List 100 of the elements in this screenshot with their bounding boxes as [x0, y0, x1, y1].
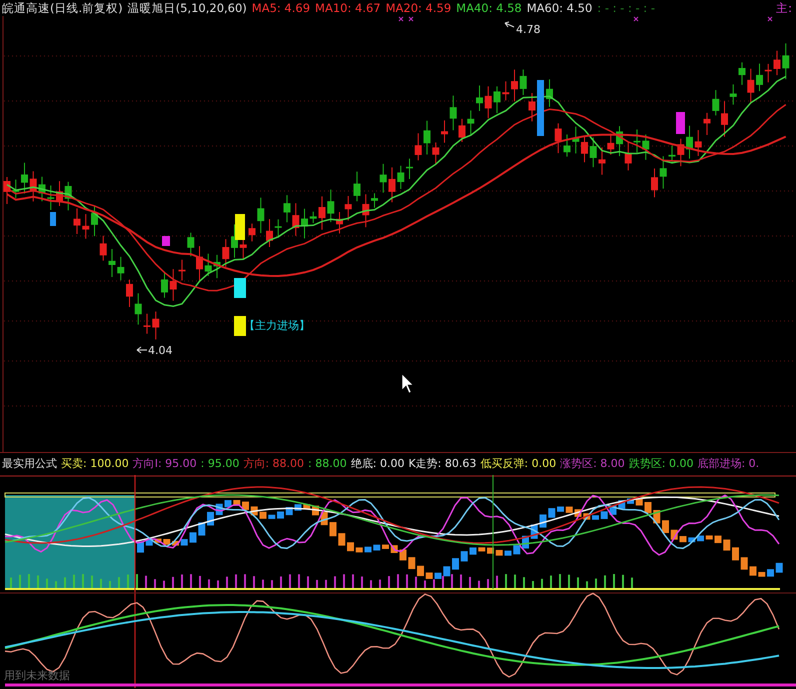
candlestick	[108, 248, 116, 278]
candlestick	[441, 120, 448, 144]
candlestick	[668, 145, 676, 162]
indicator-name: 最实用公式	[2, 457, 57, 471]
candlestick	[144, 313, 150, 334]
candlestick	[152, 311, 160, 340]
indicator-value: : 88.00	[308, 457, 347, 471]
candlestick	[564, 134, 570, 158]
candlestick	[406, 158, 413, 180]
candlestick	[677, 138, 684, 167]
signal-marker	[162, 236, 170, 246]
candlestick	[747, 68, 754, 104]
candlestick	[100, 235, 107, 262]
cross-icon	[768, 16, 772, 22]
candlestick	[214, 254, 220, 279]
candlestick	[30, 170, 37, 202]
price-label: 4.78	[516, 23, 540, 36]
chart-mode-label: 主:	[776, 1, 793, 15]
candlestick	[222, 238, 230, 268]
candlestick	[467, 110, 474, 136]
candlestick	[502, 80, 510, 101]
candlestick	[476, 84, 483, 112]
candlestick	[782, 42, 790, 80]
candlestick	[694, 130, 702, 156]
arrow-icon	[136, 346, 148, 354]
signal-marker	[234, 316, 246, 336]
candlestick	[74, 208, 80, 235]
price-label: 4.04	[148, 344, 172, 357]
candlestick	[47, 185, 54, 210]
candlestick	[546, 78, 553, 108]
candlestick	[12, 179, 20, 199]
cross-icon	[634, 16, 638, 22]
candlestick	[738, 62, 746, 86]
candlestick	[292, 202, 300, 236]
candlestick	[117, 256, 124, 281]
chart-title: 皖通高速(日线.前复权)	[2, 1, 123, 15]
candlestick	[371, 192, 378, 208]
cross-icon	[408, 16, 414, 22]
indicator-value: 底部进场: 0.	[697, 457, 760, 471]
empty-values: : - : - : - : -	[597, 1, 655, 15]
candlestick	[38, 176, 46, 202]
indicator-value: 买卖: 100.00	[61, 457, 129, 471]
candlestick	[458, 118, 466, 143]
candlestick	[634, 128, 640, 153]
indicator-value: 方向I: 95.00	[132, 457, 197, 471]
candlestick	[318, 196, 326, 230]
candlestick	[721, 100, 728, 138]
candlestick	[336, 212, 343, 234]
mouse-cursor-icon	[402, 373, 414, 394]
candlestick	[344, 195, 352, 221]
candlestick	[161, 271, 168, 298]
indicator-value: 跌势区: 0.00	[628, 457, 694, 471]
candlestick	[274, 218, 282, 238]
indicator-name: 温暖旭日(5,10,20,60)	[128, 1, 247, 15]
candlestick	[686, 125, 693, 160]
signal-marker	[50, 212, 56, 226]
candlestick	[414, 132, 422, 161]
candlestick	[511, 69, 518, 102]
candlestick	[494, 86, 500, 114]
candlestick	[651, 168, 658, 198]
candlestick	[388, 166, 396, 203]
ma-value: MA40: 4.58	[456, 1, 522, 15]
candlestick	[730, 84, 737, 106]
indicator-value: 涨势区: 8.00	[560, 457, 625, 471]
signal-marker	[537, 80, 544, 136]
candlestick	[756, 63, 763, 92]
candlestick	[134, 292, 142, 326]
candlestick	[380, 163, 387, 194]
signal-label: 【主力进场】	[244, 319, 310, 332]
candlestick	[572, 126, 580, 154]
indicator-value: 低买反弹: 0.00	[480, 457, 556, 471]
ma-value: MA10: 4.67	[315, 1, 381, 15]
candlestick	[624, 141, 632, 171]
candlestick	[424, 120, 430, 156]
candlestick	[4, 176, 10, 204]
candlestick	[56, 180, 63, 207]
candlestick	[64, 181, 72, 211]
signal-marker	[234, 278, 246, 298]
candlestick	[520, 69, 527, 96]
signal-marker	[676, 112, 685, 134]
warning-label: 用到未来数据	[4, 669, 70, 682]
candlestick	[91, 205, 98, 237]
candlestick	[126, 279, 133, 308]
indicator-value: K走势: 80.63	[408, 457, 476, 471]
candlestick	[616, 126, 623, 157]
candlestick	[660, 156, 667, 190]
candlestick	[528, 92, 536, 122]
candlestick	[248, 223, 256, 242]
arrow-icon	[504, 22, 514, 28]
candlestick	[204, 253, 212, 276]
candlestick	[432, 142, 440, 164]
indicator-value: 绝底: 0.00	[350, 457, 404, 471]
cross-icon	[398, 16, 404, 22]
candlestick	[581, 135, 588, 163]
candlestick	[362, 194, 370, 228]
candlestick	[450, 95, 457, 131]
candlestick	[598, 146, 606, 176]
candlestick	[21, 162, 28, 194]
candlestick	[327, 189, 334, 223]
ma-value: MA60: 4.50	[526, 1, 592, 15]
